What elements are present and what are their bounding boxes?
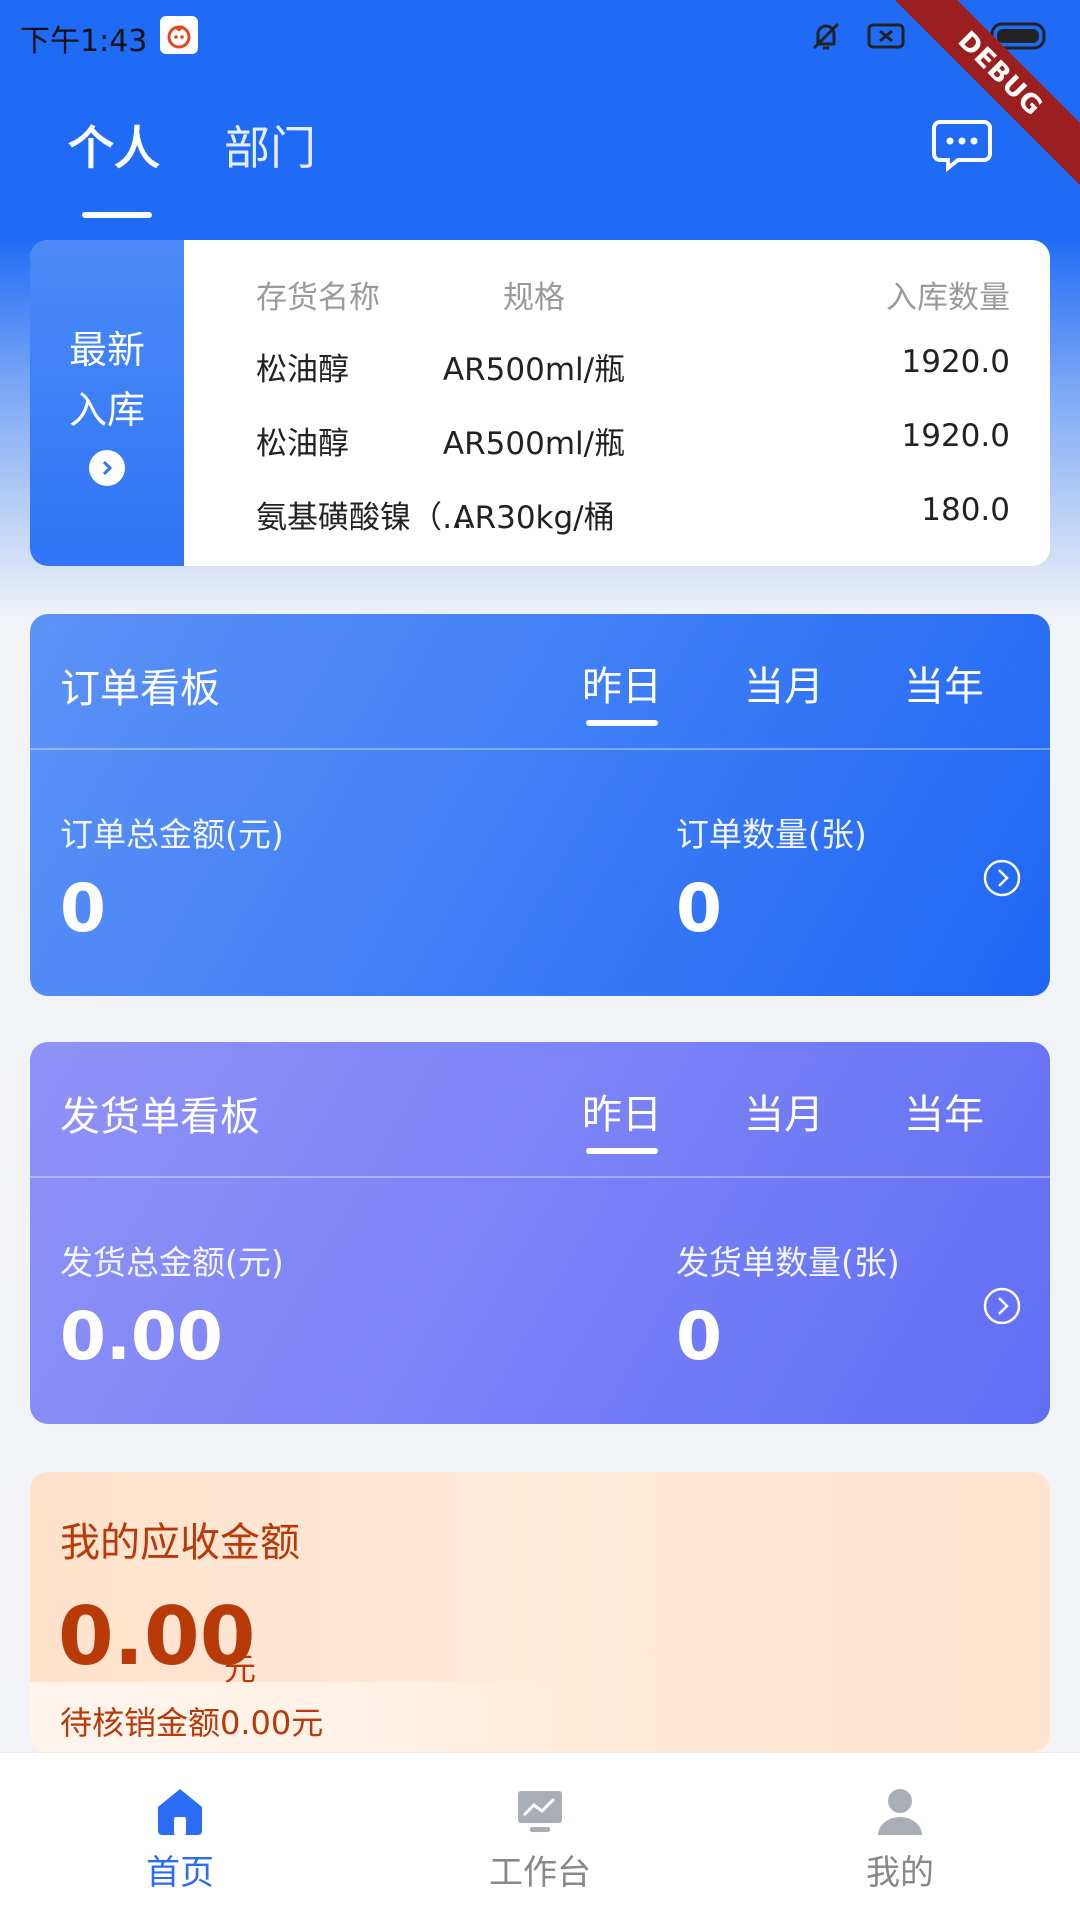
status-time: 下午1:43 bbox=[20, 24, 148, 59]
tab-department[interactable]: 部门 bbox=[224, 112, 316, 178]
app-notification-icon bbox=[160, 16, 198, 54]
shipment-amount-label: 发货总金额(元) bbox=[60, 1243, 284, 1282]
profile-icon bbox=[878, 1789, 922, 1835]
table-row[interactable]: 氨基磺酸镍（… AR30kg/桶 180.0 bbox=[184, 492, 1050, 552]
row-qty: 1920.0 bbox=[901, 418, 1010, 454]
row-qty: 180.0 bbox=[921, 492, 1010, 528]
chevron-circle-right-icon[interactable] bbox=[982, 858, 1022, 898]
header-spec: 规格 bbox=[503, 280, 565, 316]
nav-workbench-label: 工作台 bbox=[489, 1853, 591, 1893]
latest-inbound-card: 最新 入库 存货名称 规格 入库数量 松油醇 AR500ml/瓶 1920.0 … bbox=[30, 240, 1050, 566]
nav-mine-label: 我的 bbox=[866, 1853, 934, 1893]
nav-mine[interactable]: 我的 bbox=[750, 1753, 1050, 1920]
nav-home[interactable]: 首页 bbox=[30, 1753, 330, 1920]
mute-bell-icon bbox=[812, 22, 840, 50]
order-board: 订单看板 昨日 当月 当年 订单总金额(元) 0 订单数量(张) 0 bbox=[30, 614, 1050, 996]
row-name: 松油醇 bbox=[256, 352, 349, 388]
nav-home-label: 首页 bbox=[146, 1853, 214, 1893]
top-tab-bar: 个人 部门 bbox=[0, 100, 1080, 220]
chat-bubble-icon bbox=[932, 120, 992, 173]
divider bbox=[30, 748, 1050, 750]
inbound-table: 存货名称 规格 入库数量 松油醇 AR500ml/瓶 1920.0 松油醇 AR… bbox=[184, 240, 1050, 566]
shipment-tab-yesterday[interactable]: 昨日 bbox=[582, 1082, 662, 1140]
order-tab-indicator bbox=[586, 720, 658, 726]
order-count-value: 0 bbox=[676, 870, 722, 947]
order-amount-value: 0 bbox=[60, 870, 106, 947]
order-tab-year[interactable]: 当年 bbox=[904, 654, 984, 712]
order-tab-month[interactable]: 当月 bbox=[744, 654, 824, 712]
shipment-tab-indicator bbox=[586, 1148, 658, 1154]
row-spec: AR30kg/桶 bbox=[453, 500, 615, 536]
table-row[interactable]: 松油醇 AR500ml/瓶 1920.0 bbox=[184, 344, 1050, 404]
table-row[interactable]: 松油醇 AR500ml/瓶 1920.0 bbox=[184, 418, 1050, 478]
tab-indicator bbox=[82, 212, 152, 218]
latest-inbound-link[interactable]: 最新 入库 bbox=[30, 240, 184, 566]
row-qty: 1920.0 bbox=[901, 344, 1010, 380]
workbench-icon bbox=[518, 1791, 562, 1832]
pending-amount: 待核销金额0.00元 bbox=[60, 1704, 324, 1742]
chevron-right-icon bbox=[89, 450, 125, 486]
chevron-circle-right-icon[interactable] bbox=[982, 1286, 1022, 1326]
latest-inbound-title-1: 最新 bbox=[68, 328, 145, 372]
row-spec: AR500ml/瓶 bbox=[442, 352, 626, 388]
bottom-navigation: 首页 工作台 我的 bbox=[0, 1752, 1080, 1920]
divider bbox=[30, 1176, 1050, 1178]
shipment-count-label: 发货单数量(张) bbox=[676, 1243, 900, 1282]
row-name: 松油醇 bbox=[256, 426, 349, 462]
table-header: 存货名称 规格 入库数量 bbox=[184, 272, 1050, 332]
shipment-board-title: 发货单看板 bbox=[60, 1094, 260, 1140]
header-name: 存货名称 bbox=[256, 280, 380, 316]
message-button[interactable] bbox=[932, 118, 992, 173]
shipment-board: 发货单看板 昨日 当月 当年 发货总金额(元) 0.00 发货单数量(张) 0 bbox=[30, 1042, 1050, 1424]
tab-personal[interactable]: 个人 bbox=[68, 112, 160, 178]
order-count-label: 订单数量(张) bbox=[676, 815, 867, 854]
home-icon bbox=[158, 1789, 202, 1835]
order-amount-label: 订单总金额(元) bbox=[60, 815, 284, 854]
order-tab-yesterday[interactable]: 昨日 bbox=[582, 654, 662, 712]
sim-icon bbox=[867, 23, 905, 49]
nav-workbench[interactable]: 工作台 bbox=[390, 1753, 690, 1920]
receivable-title: 我的应收金额 bbox=[60, 1520, 300, 1566]
receivable-card[interactable]: 我的应收金额 0.00 元 待核销金额0.00元 bbox=[30, 1472, 1050, 1752]
shipment-tab-year[interactable]: 当年 bbox=[904, 1082, 984, 1140]
shipment-tab-month[interactable]: 当月 bbox=[744, 1082, 824, 1140]
latest-inbound-title-2: 入库 bbox=[68, 388, 145, 432]
header-qty: 入库数量 bbox=[886, 280, 1010, 316]
shipment-amount-value: 0.00 bbox=[60, 1298, 223, 1375]
order-board-title: 订单看板 bbox=[60, 666, 220, 712]
row-spec: AR500ml/瓶 bbox=[442, 426, 626, 462]
shipment-count-value: 0 bbox=[676, 1298, 722, 1375]
